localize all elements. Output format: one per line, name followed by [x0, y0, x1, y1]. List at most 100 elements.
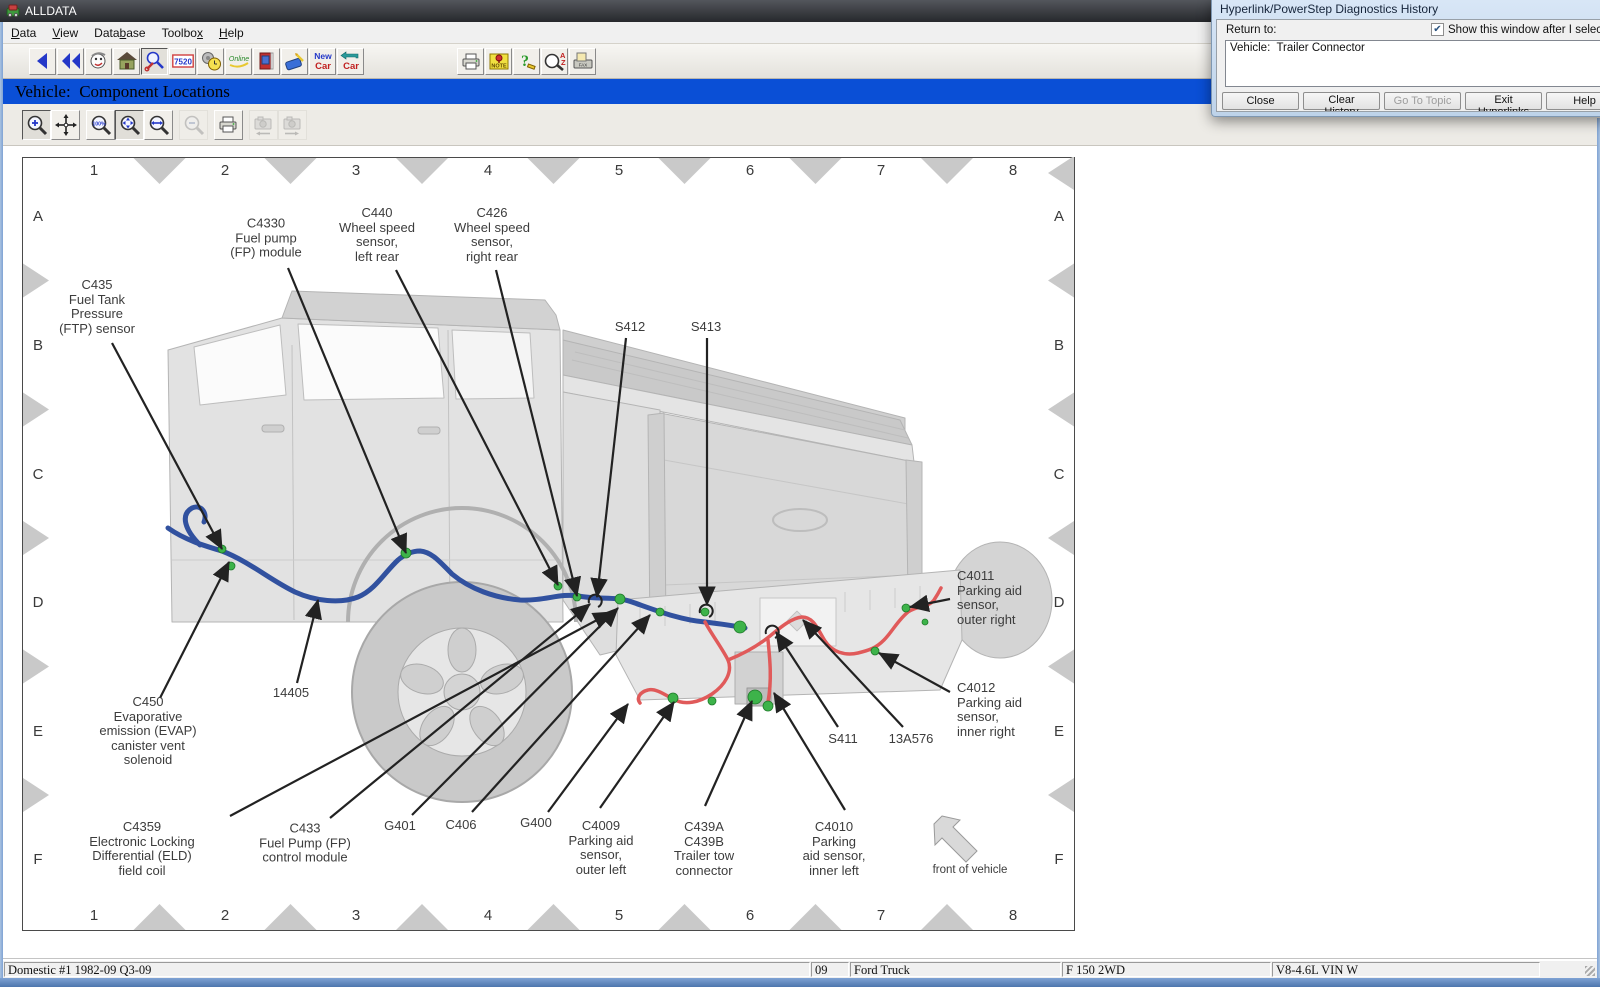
fax-button[interactable]: FAX: [569, 48, 596, 75]
back-button[interactable]: [29, 48, 56, 75]
year-7520-icon: 7520: [172, 50, 194, 72]
search-wrench-icon: [144, 50, 166, 72]
grid-col-label: 2: [221, 162, 229, 179]
menu-view[interactable]: View: [44, 23, 86, 43]
grid-col-label: 5: [615, 907, 623, 924]
help-button[interactable]: Help: [1546, 92, 1600, 110]
status-field-1: 09: [811, 962, 849, 977]
pan-button[interactable]: [51, 110, 80, 140]
window-frame-left: [0, 22, 3, 978]
online-icon: Online: [228, 50, 250, 72]
connector-dot: [922, 619, 928, 625]
svg-text:Z: Z: [561, 58, 566, 67]
grid-col-label: 4: [484, 162, 492, 179]
clear-history-button[interactable]: Clear History: [1303, 92, 1380, 110]
scheduler-button[interactable]: [197, 48, 224, 75]
print-button[interactable]: [457, 48, 484, 75]
assistant-face-icon: [88, 50, 110, 72]
prev-image-button[interactable]: [249, 110, 278, 140]
hand-pen-icon: [284, 50, 306, 72]
grid-col-label: 2: [221, 907, 229, 924]
year-label: 7520: [174, 58, 192, 67]
svg-text:FAX: FAX: [578, 63, 587, 68]
status-field-4: V8-4.6L VIN W: [1272, 962, 1540, 977]
connector-dot: [902, 604, 910, 612]
grid-col-label: 6: [746, 162, 754, 179]
grid-col-label: 4: [484, 907, 492, 924]
grid-col-label: 1: [90, 162, 98, 179]
component-locations-diagram: 1122334455667788AABBCCDDEEFF C435Fuel Ta…: [22, 157, 1075, 931]
grid-row-label: E: [33, 723, 43, 740]
zoom-out-icon: [182, 113, 206, 137]
grid-col-label: 7: [877, 907, 885, 924]
svg-text:Car: Car: [343, 61, 359, 72]
home-button[interactable]: [113, 48, 140, 75]
menu-help[interactable]: Help: [211, 23, 252, 43]
assistant-button[interactable]: [85, 48, 112, 75]
year-select-button[interactable]: 7520: [169, 48, 196, 75]
camera-next-icon: [281, 113, 305, 137]
grid-row-label: C: [33, 466, 44, 483]
svg-text:100%: 100%: [92, 121, 106, 127]
fax-icon: FAX: [572, 50, 594, 72]
grid-row-label: C: [1054, 466, 1065, 483]
show-window-checkbox[interactable]: ✔ Show this window after I select a hype: [1431, 23, 1600, 36]
connector-dot: [734, 621, 746, 633]
svg-text:Car: Car: [315, 61, 331, 72]
new-car-button[interactable]: NewCar: [309, 48, 336, 75]
zoom-in-button[interactable]: [22, 110, 51, 140]
history-item[interactable]: Vehicle: Trailer Connector: [1226, 41, 1600, 55]
az-lookup-button[interactable]: AZ: [541, 48, 568, 75]
next-image-button[interactable]: [278, 110, 307, 140]
grid-col-label: 3: [352, 907, 360, 924]
book-icon: [256, 50, 278, 72]
return-car-button[interactable]: Car: [337, 48, 364, 75]
zoom-fit-width-button[interactable]: [144, 110, 173, 140]
help-button[interactable]: ?: [513, 48, 540, 75]
zoom-fit-button[interactable]: [115, 110, 144, 140]
vehicle-search-button[interactable]: [141, 48, 168, 75]
grid-col-label: 6: [746, 907, 754, 924]
menu-data[interactable]: Data: [3, 23, 44, 43]
printer-icon: [217, 113, 241, 137]
connector-dot: [656, 608, 664, 616]
connector-dot: [871, 647, 879, 655]
window-title: ALLDATA: [25, 4, 77, 18]
zoom-fit-width-icon: [147, 113, 171, 137]
close-button[interactable]: Close: [1222, 92, 1299, 110]
content-area: 1122334455667788AABBCCDDEEFF C435Fuel Ta…: [3, 146, 1597, 958]
grid-row-label: F: [33, 851, 42, 868]
connector-dot: [763, 701, 773, 711]
grid-row-label: B: [33, 337, 43, 354]
connector-dot: [708, 697, 716, 705]
online-label: Online: [228, 56, 248, 63]
history-back-button[interactable]: [57, 48, 84, 75]
grid-row-label: F: [1054, 851, 1063, 868]
menu-toolbox[interactable]: Toolbox: [154, 23, 211, 43]
exit-hyperlinks-button[interactable]: Exit Hyperlinks: [1465, 92, 1542, 110]
note-pushpin-icon: NOTE: [488, 50, 510, 72]
printer-icon: [460, 50, 482, 72]
zoom-fit-icon: [118, 113, 142, 137]
menu-database[interactable]: Database: [86, 23, 153, 43]
az-magnifier-icon: AZ: [543, 50, 566, 72]
zoom-100-button[interactable]: 100%: [86, 110, 115, 140]
zoom-out-button[interactable]: [179, 110, 208, 140]
notes-button[interactable]: NOTE: [485, 48, 512, 75]
online-button[interactable]: Online: [225, 48, 252, 75]
go-to-topic-button[interactable]: Go To Topic: [1384, 92, 1461, 110]
history-listbox[interactable]: Vehicle: Trailer Connector: [1225, 40, 1600, 87]
messaging-button[interactable]: [281, 48, 308, 75]
checkbox-check-icon[interactable]: ✔: [1431, 23, 1444, 36]
print-page-button[interactable]: [214, 110, 243, 140]
grid-row-label: A: [1054, 208, 1064, 225]
library-button[interactable]: [253, 48, 280, 75]
connector-dot: [668, 693, 678, 703]
status-field-3: F 150 2WD: [1062, 962, 1271, 977]
connector-dot: [748, 690, 762, 704]
grid-col-label: 8: [1009, 162, 1017, 179]
window-frame-bottom: [0, 978, 1600, 987]
pan-icon: [54, 113, 78, 137]
resize-grip[interactable]: [1540, 961, 1597, 978]
grid-col-label: 1: [90, 907, 98, 924]
